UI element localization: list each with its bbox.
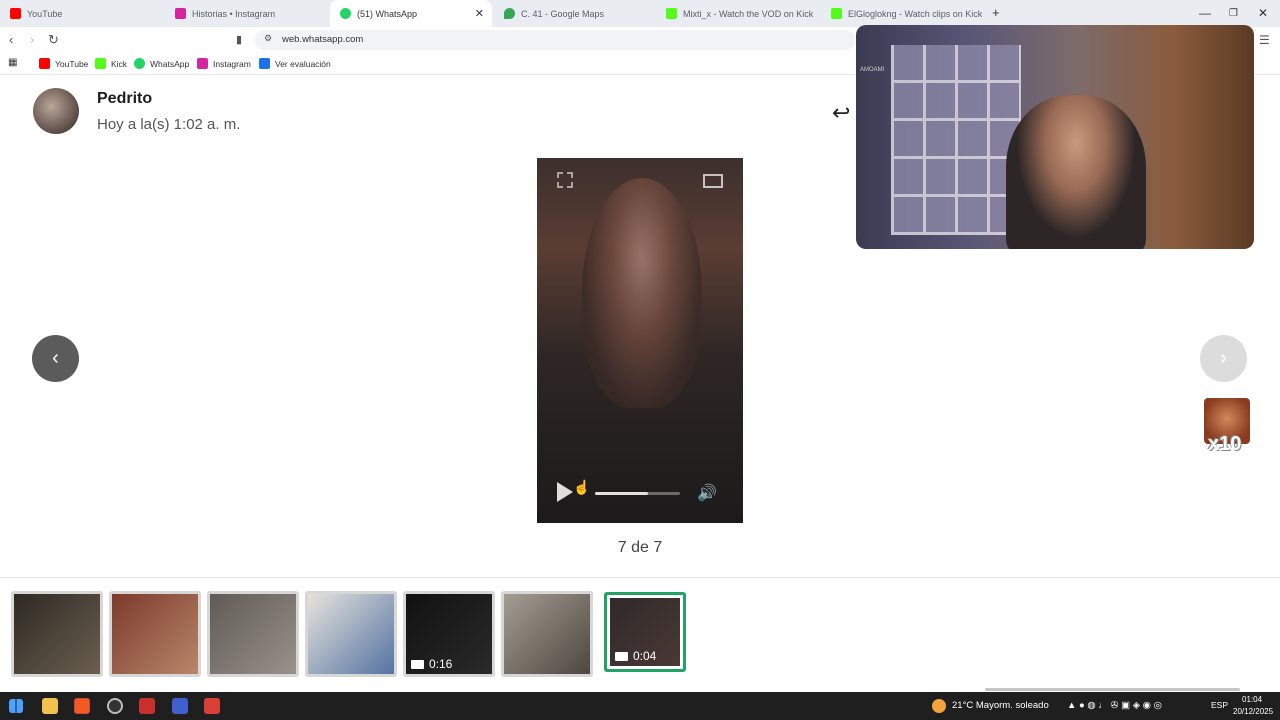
youtube-icon [10, 8, 21, 19]
restore-icon[interactable]: ❐ [1229, 8, 1238, 19]
forward-icon[interactable]: › [30, 32, 34, 47]
thumbnail-image [210, 594, 296, 674]
obs-icon[interactable] [107, 698, 123, 714]
bookmark-instagram[interactable]: Instagram [197, 58, 251, 69]
whatsapp-icon [134, 58, 145, 69]
tab-youtube[interactable]: YouTube [0, 0, 165, 27]
chevron-right-icon: › [1220, 347, 1227, 369]
back-icon[interactable]: ‹ [9, 32, 13, 47]
streaming-app-icon[interactable] [204, 698, 220, 714]
bookmark-kick[interactable]: Kick [95, 58, 127, 69]
picture-in-picture-icon[interactable] [703, 174, 723, 188]
language-indicator[interactable]: ESP [1211, 700, 1228, 710]
clock-date[interactable]: 20/12/2025 [1233, 707, 1273, 716]
status-thumbnail[interactable] [11, 591, 103, 677]
status-thumbnail[interactable]: 0:04 [604, 592, 686, 672]
chevron-left-icon: ‹ [52, 347, 59, 369]
fullscreen-icon[interactable] [557, 172, 573, 188]
video-progress-fill [595, 492, 648, 495]
instagram-icon [197, 58, 208, 69]
video-progress-bar[interactable] [595, 492, 680, 495]
video-camera-icon [411, 659, 424, 669]
contact-name[interactable]: Pedrito [97, 90, 152, 108]
maps-pin-icon [504, 8, 515, 19]
video-duration: 0:16 [411, 657, 452, 671]
menu-icon[interactable]: ☰ [1259, 33, 1270, 47]
video-frame [582, 178, 702, 408]
kick-icon [831, 8, 842, 19]
status-thumbnail[interactable] [109, 591, 201, 677]
previous-status-button[interactable]: ‹ [32, 335, 79, 382]
close-window-icon[interactable]: ✕ [1258, 6, 1268, 20]
close-tab-icon[interactable]: ✕ [475, 7, 484, 20]
webcam-overlay: AMOAMI [856, 25, 1254, 249]
emote-count: x10 [1208, 433, 1242, 455]
thumbnail-image [308, 594, 394, 674]
contact-avatar[interactable] [33, 88, 79, 134]
horizontal-scrollbar[interactable] [985, 688, 1240, 691]
bookmark-icon[interactable]: ▮ [236, 33, 242, 46]
tab-kick-clips[interactable]: ElGloglokng - Watch clips on Kick [821, 0, 986, 27]
status-counter: 7 de 7 [617, 539, 663, 556]
youtube-icon [39, 58, 50, 69]
tray-icons[interactable]: ▲ ● ◍ ♩ ✇ ▣ ◈ ◉ ◎ [1067, 700, 1162, 711]
thumbnail-image [112, 594, 198, 674]
new-tab-button[interactable]: + [992, 5, 1000, 20]
webcam-text: AMOAMI [860, 67, 885, 73]
play-icon[interactable] [557, 482, 573, 502]
url-text: web.whatsapp.com [282, 34, 364, 45]
status-thumbnail[interactable] [207, 591, 299, 677]
status-thumbnail[interactable] [305, 591, 397, 677]
duration-label: 0:16 [429, 657, 453, 671]
tab-strip: YouTube Historias • Instagram (51) Whats… [0, 0, 1280, 27]
site-info-icon[interactable]: ⚙ [264, 33, 272, 44]
windows-start-icon[interactable] [9, 699, 23, 713]
weather-text[interactable]: 21°C Mayorm. soleado [952, 700, 1049, 711]
status-video[interactable]: 🔊 [537, 158, 743, 523]
tab-whatsapp[interactable]: (51) WhatsApp ✕ [330, 0, 492, 27]
apps-grid-icon[interactable]: ▦ [8, 57, 17, 68]
evaluation-icon [259, 58, 270, 69]
whatsapp-icon [340, 8, 351, 19]
weather-icon[interactable] [932, 699, 946, 713]
reload-icon[interactable]: ↻ [48, 32, 59, 48]
bookmark-youtube[interactable]: YouTube [39, 58, 88, 69]
instagram-icon [175, 8, 186, 19]
clock-time[interactable]: 01:04 [1242, 695, 1262, 704]
windows-taskbar: 21°C Mayorm. soleado ▲ ● ◍ ♩ ✇ ▣ ◈ ◉ ◎ E… [0, 692, 1280, 720]
reply-icon[interactable]: ↩ [832, 100, 850, 126]
brave-browser-icon[interactable] [74, 698, 90, 714]
status-thumbnail[interactable] [501, 591, 593, 677]
tab-kick-vod[interactable]: Mixti_x - Watch the VOD on Kick [656, 0, 821, 27]
next-status-button[interactable]: › [1200, 335, 1247, 382]
address-bar[interactable]: ⚙ web.whatsapp.com [255, 30, 855, 50]
streamer [1006, 95, 1146, 249]
thumbnail-image [504, 594, 590, 674]
minimize-icon[interactable]: — [1199, 6, 1211, 20]
volume-icon[interactable]: 🔊 [697, 483, 717, 503]
background-shelf [891, 45, 1021, 235]
app-icon[interactable] [172, 698, 188, 714]
video-camera-icon [615, 651, 628, 661]
kick-icon [666, 8, 677, 19]
bookmark-evaluacion[interactable]: Ver evaluación [259, 58, 331, 69]
mouse-cursor-icon: ☝ [573, 479, 591, 495]
thumbnail-image [14, 594, 100, 674]
bookmark-whatsapp[interactable]: WhatsApp [134, 58, 189, 69]
status-thumbnail[interactable]: 0:16 [403, 591, 495, 677]
status-timestamp: Hoy a la(s) 1:02 a. m. [97, 116, 241, 133]
tab-google-maps[interactable]: C. 41 - Google Maps [494, 0, 654, 27]
voicemeeter-icon[interactable] [139, 698, 155, 714]
file-explorer-icon[interactable] [42, 698, 58, 714]
tab-instagram[interactable]: Historias • Instagram [165, 0, 330, 27]
duration-label: 0:04 [633, 649, 657, 663]
kick-icon [95, 58, 106, 69]
video-duration: 0:04 [615, 649, 656, 663]
